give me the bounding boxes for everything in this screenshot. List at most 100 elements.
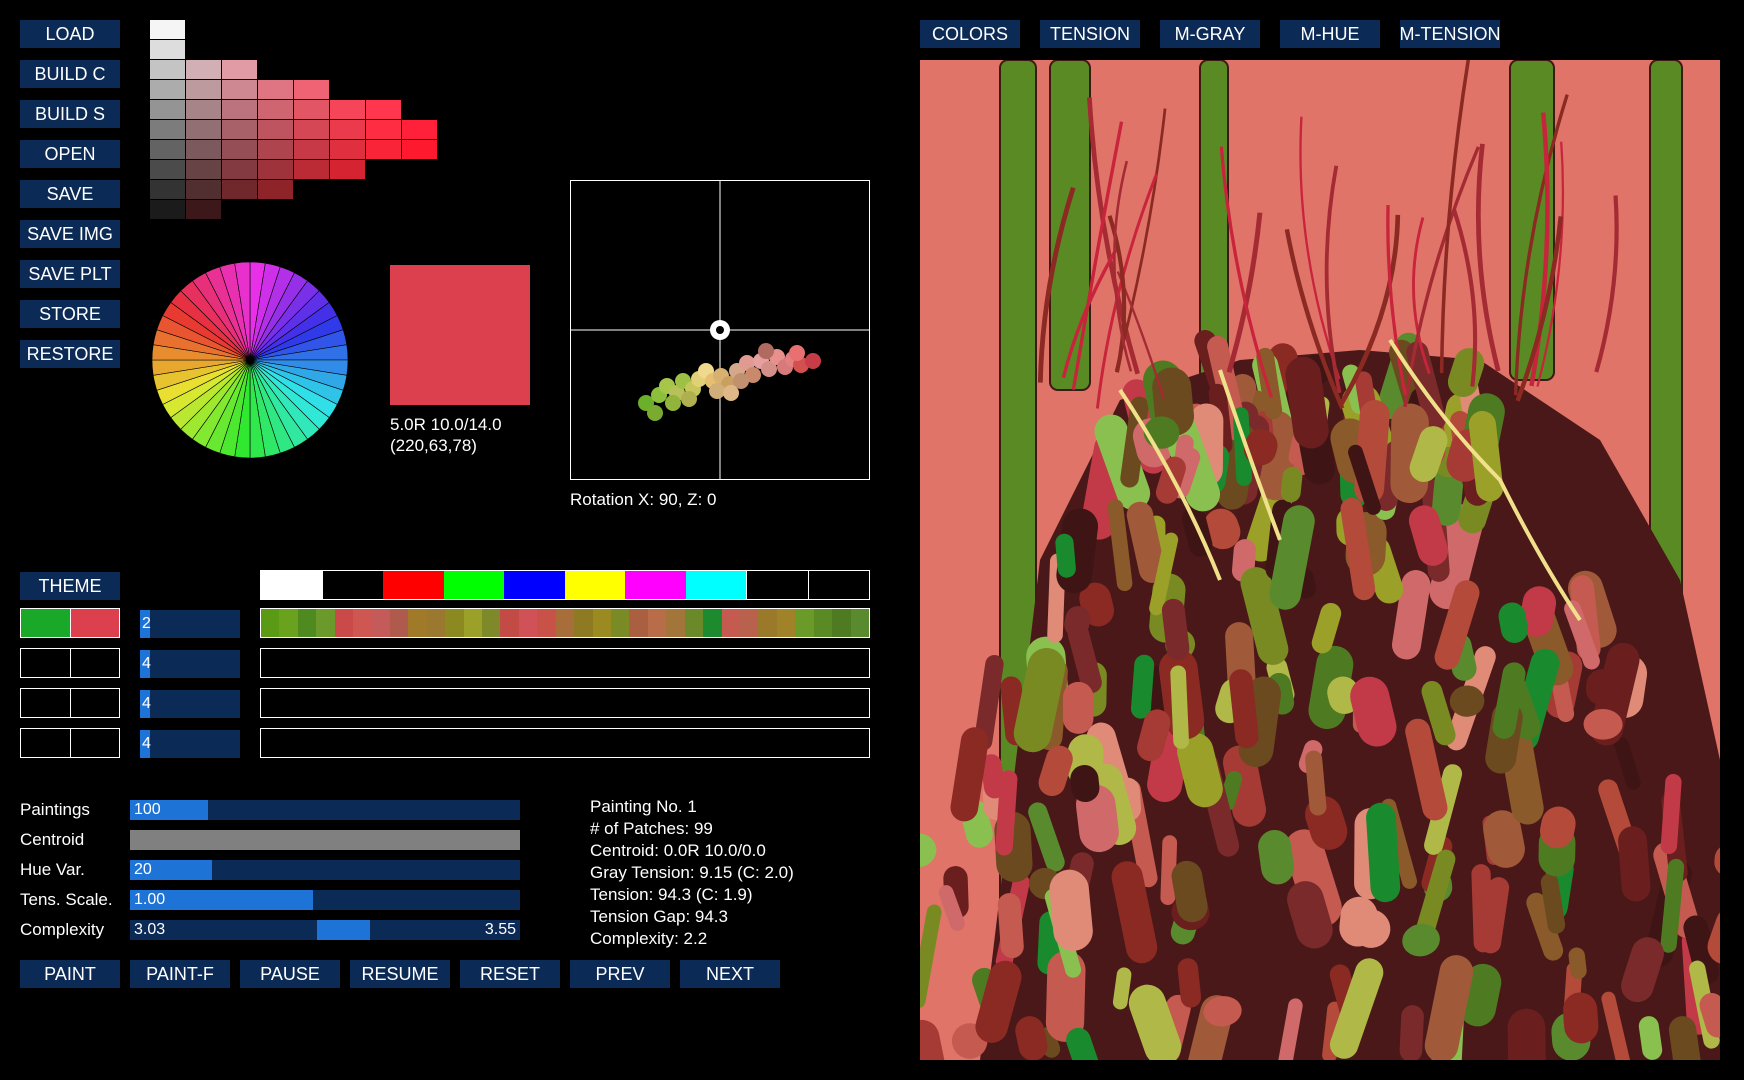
hue-wheel[interactable] — [150, 260, 350, 460]
theme-color-cell[interactable] — [383, 571, 444, 599]
palette-count-slider[interactable]: 2 — [140, 610, 240, 638]
munsell-cell[interactable] — [222, 140, 257, 159]
munsell-chart[interactable] — [150, 20, 450, 220]
theme-color-cell[interactable] — [807, 571, 869, 599]
munsell-cell[interactable] — [150, 140, 185, 159]
palette-pair[interactable] — [20, 688, 120, 718]
tension-view-button[interactable]: TENSION — [1040, 20, 1140, 48]
palette-strip[interactable] — [260, 648, 870, 678]
theme-color-cell[interactable] — [685, 571, 746, 599]
palette-count-slider[interactable]: 4 — [140, 690, 240, 718]
palette-count-slider[interactable]: 4 — [140, 730, 240, 758]
munsell-cell[interactable] — [186, 100, 221, 119]
theme-color-cell[interactable] — [746, 571, 808, 599]
theme-button[interactable]: THEME — [20, 572, 120, 600]
munsell-cell[interactable] — [186, 60, 221, 79]
centroid-slider[interactable] — [130, 830, 520, 850]
munsell-cell[interactable] — [150, 160, 185, 179]
munsell-cell[interactable] — [150, 200, 185, 219]
save-plt-button[interactable]: SAVE PLT — [20, 260, 120, 288]
munsell-cell[interactable] — [222, 160, 257, 179]
pause-button[interactable]: PAUSE — [240, 960, 340, 988]
palette-pair-color[interactable] — [69, 689, 119, 717]
build-c-button[interactable]: BUILD C — [20, 60, 120, 88]
theme-color-cell[interactable] — [321, 571, 383, 599]
reset-button[interactable]: RESET — [460, 960, 560, 988]
color-space-plot[interactable] — [570, 180, 870, 480]
munsell-cell[interactable] — [366, 100, 401, 119]
munsell-cell[interactable] — [258, 80, 293, 99]
prev-button[interactable]: PREV — [570, 960, 670, 988]
theme-color-cell[interactable] — [504, 571, 565, 599]
munsell-cell[interactable] — [186, 80, 221, 99]
colors-view-button[interactable]: COLORS — [920, 20, 1020, 48]
palette-strip[interactable] — [260, 688, 870, 718]
munsell-cell[interactable] — [330, 160, 365, 179]
theme-color-cell[interactable] — [625, 571, 686, 599]
open-button[interactable]: OPEN — [20, 140, 120, 168]
load-button[interactable]: LOAD — [20, 20, 120, 48]
hue-var-slider[interactable]: 20 — [130, 860, 520, 880]
munsell-cell[interactable] — [294, 120, 329, 139]
munsell-cell[interactable] — [186, 180, 221, 199]
munsell-cell[interactable] — [222, 100, 257, 119]
palette-strip[interactable] — [260, 728, 870, 758]
munsell-cell[interactable] — [186, 200, 221, 219]
munsell-cell[interactable] — [330, 140, 365, 159]
palette-pair-color[interactable] — [21, 729, 70, 757]
palette-pair-color[interactable] — [69, 609, 119, 637]
munsell-cell[interactable] — [150, 20, 185, 39]
palette-pair-color[interactable] — [21, 689, 70, 717]
restore-button[interactable]: RESTORE — [20, 340, 120, 368]
palette-pair-color[interactable] — [69, 649, 119, 677]
munsell-cell[interactable] — [294, 100, 329, 119]
munsell-cell[interactable] — [150, 40, 185, 59]
complexity-slider[interactable]: 3.03 3.55 — [130, 920, 520, 940]
munsell-cell[interactable] — [294, 160, 329, 179]
palette-pair[interactable] — [20, 728, 120, 758]
munsell-cell[interactable] — [258, 160, 293, 179]
tens-scale-slider[interactable]: 1.00 — [130, 890, 520, 910]
store-button[interactable]: STORE — [20, 300, 120, 328]
theme-color-cell[interactable] — [564, 571, 625, 599]
save-button[interactable]: SAVE — [20, 180, 120, 208]
munsell-cell[interactable] — [186, 140, 221, 159]
munsell-cell[interactable] — [366, 140, 401, 159]
munsell-cell[interactable] — [186, 120, 221, 139]
munsell-cell[interactable] — [150, 120, 185, 139]
palette-pair-color[interactable] — [69, 729, 119, 757]
painting-canvas[interactable] — [920, 60, 1720, 1060]
munsell-cell[interactable] — [330, 100, 365, 119]
munsell-cell[interactable] — [150, 180, 185, 199]
munsell-cell[interactable] — [258, 100, 293, 119]
m-tension-view-button[interactable]: M-TENSION — [1400, 20, 1500, 48]
theme-color-cell[interactable] — [443, 571, 504, 599]
munsell-cell[interactable] — [150, 100, 185, 119]
paint-button[interactable]: PAINT — [20, 960, 120, 988]
next-button[interactable]: NEXT — [680, 960, 780, 988]
paintings-slider[interactable]: 100 — [130, 800, 520, 820]
palette-count-slider[interactable]: 4 — [140, 650, 240, 678]
munsell-cell[interactable] — [258, 120, 293, 139]
munsell-cell[interactable] — [366, 120, 401, 139]
palette-strip[interactable] — [260, 608, 870, 638]
m-hue-view-button[interactable]: M-HUE — [1280, 20, 1380, 48]
paint-f-button[interactable]: PAINT-F — [130, 960, 230, 988]
munsell-cell[interactable] — [186, 160, 221, 179]
munsell-cell[interactable] — [402, 120, 437, 139]
munsell-cell[interactable] — [222, 120, 257, 139]
resume-button[interactable]: RESUME — [350, 960, 450, 988]
munsell-cell[interactable] — [222, 80, 257, 99]
theme-strip[interactable] — [260, 570, 870, 600]
save-img-button[interactable]: SAVE IMG — [20, 220, 120, 248]
munsell-cell[interactable] — [150, 60, 185, 79]
palette-pair-color[interactable] — [21, 649, 70, 677]
palette-pair[interactable] — [20, 648, 120, 678]
munsell-cell[interactable] — [258, 140, 293, 159]
m-gray-view-button[interactable]: M-GRAY — [1160, 20, 1260, 48]
munsell-cell[interactable] — [294, 80, 329, 99]
munsell-cell[interactable] — [294, 140, 329, 159]
munsell-cell[interactable] — [150, 80, 185, 99]
build-s-button[interactable]: BUILD S — [20, 100, 120, 128]
munsell-cell[interactable] — [222, 180, 257, 199]
